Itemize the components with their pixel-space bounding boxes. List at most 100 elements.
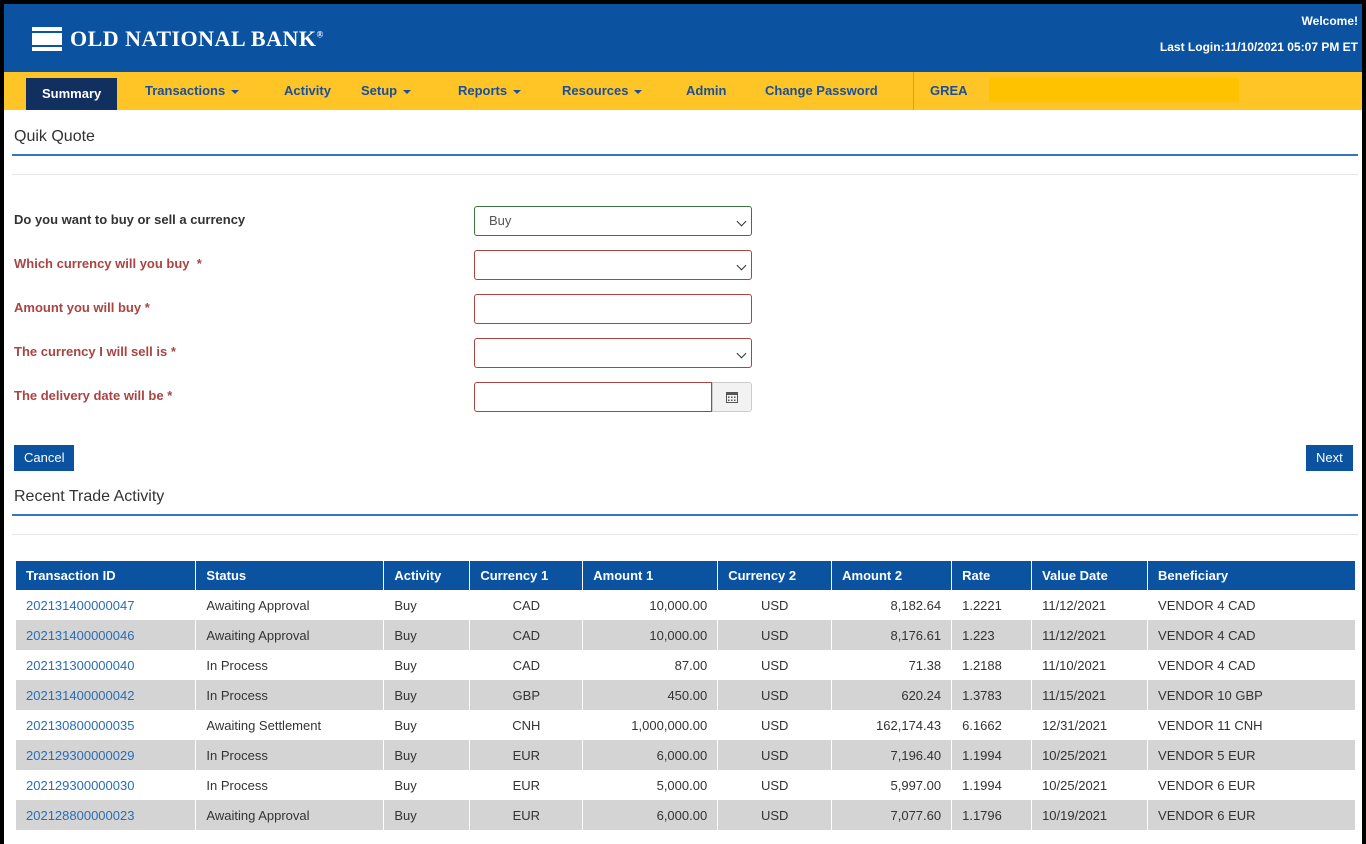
bank-logo[interactable]: OLD NATIONAL BANK® bbox=[32, 26, 324, 52]
chevron-down-icon bbox=[736, 260, 747, 271]
caret-down-icon bbox=[513, 89, 522, 94]
status-cell: Awaiting Settlement bbox=[195, 710, 385, 740]
activity-cell: Buy bbox=[383, 800, 471, 830]
currency-2-cell: USD bbox=[717, 650, 833, 680]
col-value-date[interactable]: Value Date bbox=[1031, 561, 1149, 590]
status-cell: Awaiting Approval bbox=[195, 800, 385, 830]
next-button[interactable]: Next bbox=[1306, 445, 1353, 471]
bank-name: OLD NATIONAL BANK® bbox=[70, 26, 324, 51]
currency-1-cell: CNH bbox=[469, 710, 584, 740]
caret-down-icon bbox=[231, 89, 240, 94]
rate-cell: 1.2221 bbox=[951, 590, 1033, 620]
rate-cell: 1.1994 bbox=[951, 770, 1033, 800]
transaction-id-link[interactable]: 202129300000029 bbox=[16, 740, 197, 770]
transaction-id-link[interactable]: 202131400000047 bbox=[16, 590, 197, 620]
section-divider bbox=[12, 534, 1358, 535]
col-activity[interactable]: Activity bbox=[383, 561, 471, 590]
chevron-down-icon bbox=[736, 348, 747, 359]
amount-2-cell: 7,077.60 bbox=[831, 800, 953, 830]
caret-down-icon bbox=[403, 89, 412, 94]
cancel-button[interactable]: Cancel bbox=[14, 445, 75, 471]
amount-1-cell: 6,000.00 bbox=[582, 800, 719, 830]
currency-1-cell: EUR bbox=[469, 770, 584, 800]
nav-transactions[interactable]: Transactions bbox=[145, 72, 240, 110]
col-beneficiary[interactable]: Beneficiary bbox=[1147, 561, 1356, 590]
calendar-icon bbox=[726, 392, 738, 403]
main-nav: Summary Transactions Activity Setup Repo… bbox=[4, 72, 1362, 110]
nav-resources[interactable]: Resources bbox=[562, 72, 643, 110]
buy-sell-select[interactable]: Buy bbox=[474, 206, 752, 236]
amount-2-cell: 71.38 bbox=[831, 650, 953, 680]
activity-cell: Buy bbox=[383, 680, 471, 710]
sell-currency-select[interactable] bbox=[474, 338, 752, 368]
nav-admin[interactable]: Admin bbox=[686, 72, 726, 110]
amount-2-cell: 8,176.61 bbox=[831, 620, 953, 650]
buy-currency-select[interactable] bbox=[474, 250, 752, 280]
nav-banner bbox=[989, 78, 1239, 102]
activity-cell: Buy bbox=[383, 740, 471, 770]
currency-1-cell: EUR bbox=[469, 740, 584, 770]
nav-setup[interactable]: Setup bbox=[361, 72, 412, 110]
beneficiary-cell: VENDOR 11 CNH bbox=[1147, 710, 1356, 740]
currency-1-cell: EUR bbox=[469, 800, 584, 830]
bank-logo-icon bbox=[32, 27, 62, 51]
amount-label: Amount you will buy * bbox=[14, 300, 150, 315]
trade-activity-table: Transaction ID Status Activity Currency … bbox=[16, 561, 1356, 830]
delivery-date-input[interactable] bbox=[474, 382, 712, 412]
transaction-id-link[interactable]: 202128800000023 bbox=[16, 800, 197, 830]
table-header-row: Transaction ID Status Activity Currency … bbox=[16, 561, 1356, 590]
currency-1-cell: CAD bbox=[469, 650, 584, 680]
section-divider bbox=[12, 174, 1358, 175]
amount-input[interactable] bbox=[474, 294, 752, 324]
value-date-cell: 10/25/2021 bbox=[1031, 770, 1149, 800]
transaction-id-link[interactable]: 202130800000035 bbox=[16, 710, 197, 740]
table-row: 202129300000030 In Process Buy EUR 5,000… bbox=[16, 770, 1356, 800]
nav-grea[interactable]: GREA bbox=[930, 72, 968, 110]
nav-reports[interactable]: Reports bbox=[458, 72, 522, 110]
col-rate[interactable]: Rate bbox=[951, 561, 1033, 590]
nav-activity[interactable]: Activity bbox=[284, 72, 331, 110]
buy-currency-label: Which currency will you buy * bbox=[14, 256, 202, 271]
currency-2-cell: USD bbox=[717, 740, 833, 770]
currency-1-cell: GBP bbox=[469, 680, 584, 710]
buy-sell-value: Buy bbox=[489, 213, 512, 228]
amount-2-cell: 5,997.00 bbox=[831, 770, 953, 800]
col-amount-2[interactable]: Amount 2 bbox=[831, 561, 953, 590]
nav-divider bbox=[913, 72, 914, 110]
currency-1-cell: CAD bbox=[469, 590, 584, 620]
col-transaction-id[interactable]: Transaction ID bbox=[16, 561, 197, 590]
transaction-id-link[interactable]: 202131400000042 bbox=[16, 680, 197, 710]
col-amount-1[interactable]: Amount 1 bbox=[582, 561, 719, 590]
welcome-text: Welcome! bbox=[1301, 14, 1358, 28]
beneficiary-cell: VENDOR 4 CAD bbox=[1147, 650, 1356, 680]
nav-summary[interactable]: Summary bbox=[26, 78, 118, 110]
transaction-id-link[interactable]: 202131400000046 bbox=[16, 620, 197, 650]
table-row: 202131300000040 In Process Buy CAD 87.00… bbox=[16, 650, 1356, 680]
calendar-button[interactable] bbox=[712, 382, 752, 412]
recent-activity-title: Recent Trade Activity bbox=[14, 488, 165, 505]
currency-2-cell: USD bbox=[717, 680, 833, 710]
currency-2-cell: USD bbox=[717, 590, 833, 620]
nav-change-password[interactable]: Change Password bbox=[765, 72, 878, 110]
beneficiary-cell: VENDOR 5 EUR bbox=[1147, 740, 1356, 770]
value-date-cell: 11/12/2021 bbox=[1031, 590, 1149, 620]
amount-1-cell: 87.00 bbox=[582, 650, 719, 680]
sell-currency-label: The currency I will sell is * bbox=[14, 344, 176, 359]
col-currency-1[interactable]: Currency 1 bbox=[469, 561, 584, 590]
rate-cell: 1.1994 bbox=[951, 740, 1033, 770]
currency-2-cell: USD bbox=[717, 770, 833, 800]
status-cell: In Process bbox=[195, 680, 385, 710]
value-date-cell: 11/10/2021 bbox=[1031, 650, 1149, 680]
quik-quote-title: Quik Quote bbox=[14, 128, 95, 145]
table-row: 202130800000035 Awaiting Settlement Buy … bbox=[16, 710, 1356, 740]
col-status[interactable]: Status bbox=[195, 561, 385, 590]
currency-2-cell: USD bbox=[717, 620, 833, 650]
beneficiary-cell: VENDOR 6 EUR bbox=[1147, 800, 1356, 830]
amount-2-cell: 7,196.40 bbox=[831, 740, 953, 770]
rate-cell: 1.223 bbox=[951, 620, 1033, 650]
transaction-id-link[interactable]: 202129300000030 bbox=[16, 770, 197, 800]
transaction-id-link[interactable]: 202131300000040 bbox=[16, 650, 197, 680]
col-currency-2[interactable]: Currency 2 bbox=[717, 561, 833, 590]
beneficiary-cell: VENDOR 4 CAD bbox=[1147, 590, 1356, 620]
buy-sell-label: Do you want to buy or sell a currency bbox=[14, 212, 246, 227]
